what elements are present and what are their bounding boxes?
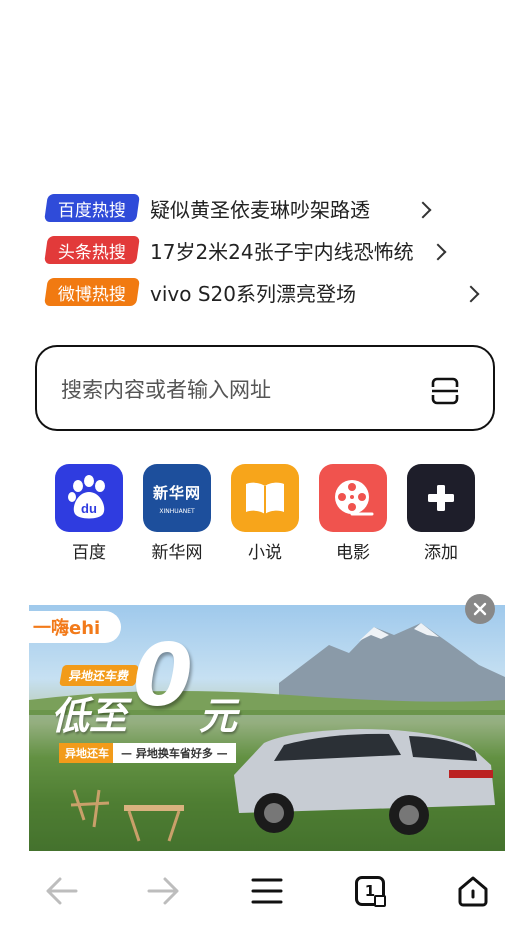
chevron-right-icon[interactable] — [414, 201, 432, 219]
shortcut-label: 新华网 — [151, 543, 203, 563]
xinhua-logo-sub: XINHUANET — [159, 507, 195, 515]
menu-button[interactable] — [247, 871, 287, 911]
back-arrow-icon — [46, 877, 78, 905]
shortcut-xinhua[interactable]: 新华网 XINHUANET 新华网 — [142, 464, 212, 563]
hot-badge: 百度热搜 — [44, 194, 140, 222]
tabs-icon: 1 — [355, 876, 386, 907]
ad-slogan: — 异地换车省好多 — — [113, 743, 236, 763]
ad-banner[interactable]: 一嗨ehi 异地还车费 低至 0 元 异地还车 — 异地换车省好多 — — [29, 605, 505, 851]
back-button[interactable] — [41, 871, 81, 911]
ad-headline-pre: 低至 — [51, 694, 128, 738]
hot-search-text: vivo S20系列漂亮登场 — [150, 281, 356, 306]
shortcut-movie[interactable]: 电影 — [318, 464, 388, 563]
scan-icon[interactable] — [429, 375, 461, 407]
brand-logo: 一嗨ehi — [29, 611, 121, 643]
forward-button[interactable] — [144, 871, 184, 911]
shortcut-label: 添加 — [424, 543, 458, 563]
hot-badge: 头条热搜 — [44, 236, 140, 264]
hot-search-item-weibo[interactable]: 微博热搜 vivo S20系列漂亮登场 — [44, 277, 356, 307]
baidu-paw-icon: du — [55, 464, 123, 532]
svg-text:du: du — [81, 501, 97, 516]
ad-tag: 异地还车费 — [59, 665, 139, 686]
film-reel-icon — [319, 464, 387, 532]
chevron-right-icon[interactable] — [429, 243, 447, 261]
xinhua-logo-icon: 新华网 XINHUANET — [143, 464, 211, 532]
hot-search-text: 17岁2米24张子宇内线恐怖统 — [150, 239, 414, 264]
ad-subtag: 异地还车 — [59, 743, 115, 763]
forward-arrow-icon — [147, 877, 179, 905]
tabs-button[interactable]: 1 — [350, 871, 390, 911]
shortcut-novel[interactable]: 小说 — [230, 464, 300, 563]
book-icon — [231, 464, 299, 532]
tabs-corner — [374, 895, 386, 907]
hot-badge: 微博热搜 — [44, 278, 140, 306]
search-input[interactable] — [59, 369, 403, 411]
ad-headline-number: 0 — [133, 626, 193, 726]
shortcut-add[interactable]: 添加 — [406, 464, 476, 563]
xinhua-logo-text: 新华网 — [152, 483, 201, 502]
home-icon — [458, 876, 488, 907]
chevron-right-icon[interactable] — [462, 285, 480, 303]
hot-search-text: 疑似黄圣依麦琳吵架路透 — [150, 197, 370, 222]
close-icon[interactable] — [465, 594, 495, 624]
shortcut-label: 小说 — [248, 543, 282, 563]
bottom-toolbar: 1 — [0, 855, 530, 925]
hot-search-item-toutiao[interactable]: 头条热搜 17岁2米24张子宇内线恐怖统 — [44, 235, 414, 265]
plus-icon — [407, 464, 475, 532]
home-button[interactable] — [453, 871, 493, 911]
brand-text: 一嗨ehi — [33, 618, 101, 639]
shortcut-label: 电影 — [336, 543, 370, 563]
menu-icon — [251, 878, 283, 904]
search-box[interactable] — [35, 345, 495, 431]
hot-search-item-baidu[interactable]: 百度热搜 疑似黄圣依麦琳吵架路透 — [44, 193, 370, 223]
shortcut-label: 百度 — [72, 543, 106, 563]
ad-headline-post: 元 — [199, 694, 238, 738]
shortcut-baidu[interactable]: du 百度 — [54, 464, 124, 563]
